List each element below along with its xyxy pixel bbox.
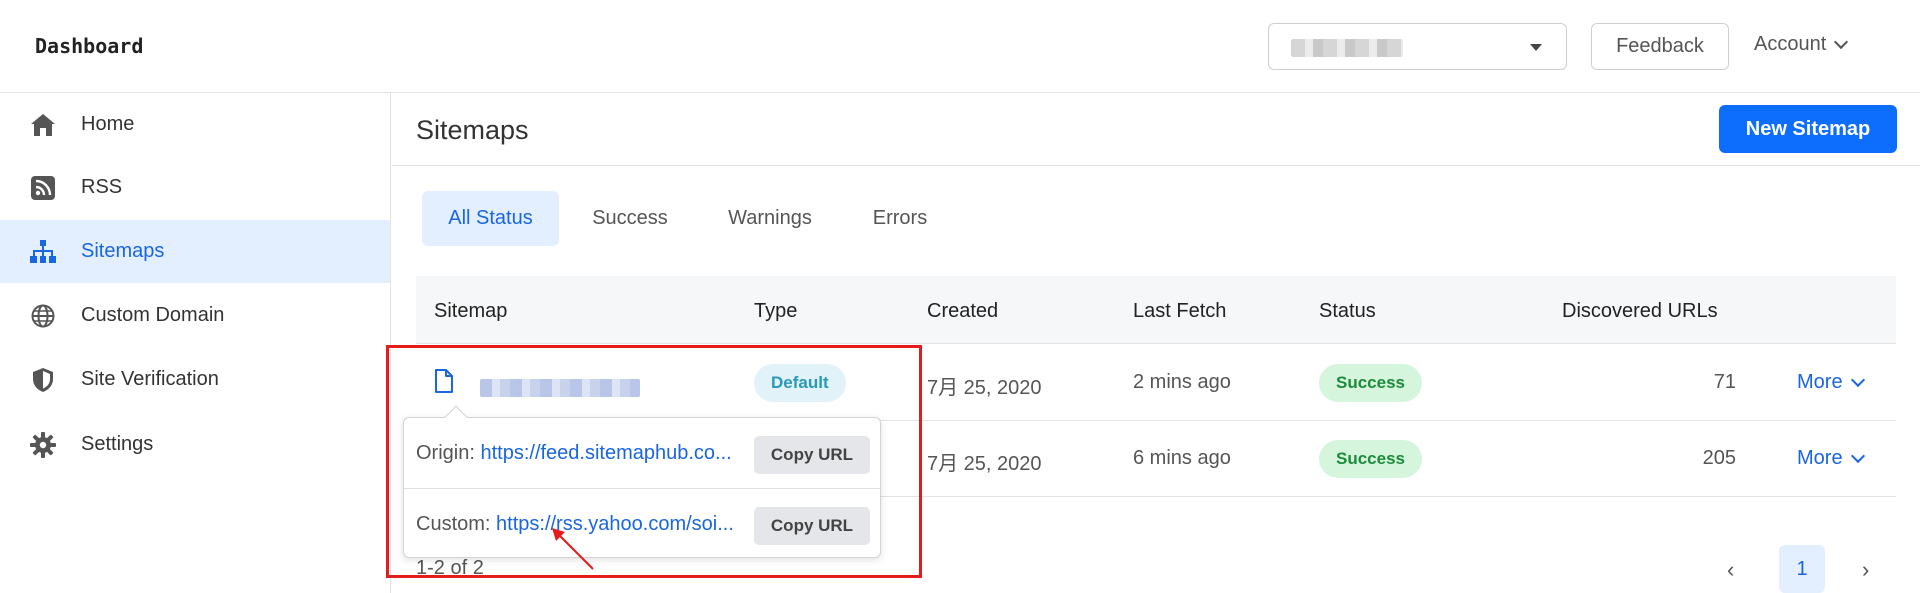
account-label: Account xyxy=(1754,33,1827,55)
origin-url-row: Origin: https://feed.sitemaphub.co... Co… xyxy=(404,418,880,488)
copy-custom-url-button[interactable]: Copy URL xyxy=(754,507,870,545)
sidebar-item-home[interactable]: Home xyxy=(0,93,390,156)
sitemap-icon xyxy=(29,238,57,266)
sidebar-item-rss[interactable]: RSS xyxy=(0,156,390,219)
type-badge: Default xyxy=(754,364,846,402)
more-label: More xyxy=(1797,447,1843,469)
more-menu-button[interactable]: More xyxy=(1797,447,1865,470)
pagination-page-current[interactable]: 1 xyxy=(1779,545,1825,593)
brand-title: Dashboard xyxy=(35,34,144,58)
globe-icon xyxy=(29,302,57,330)
column-header-type[interactable]: Type xyxy=(754,300,797,323)
column-header-sitemap[interactable]: Sitemap xyxy=(434,300,507,323)
sidebar-item-label: Home xyxy=(81,113,135,135)
status-badge: Success xyxy=(1319,364,1422,402)
more-menu-button[interactable]: More xyxy=(1797,371,1865,394)
sidebar-item-label: Custom Domain xyxy=(81,304,225,326)
column-header-status[interactable]: Status xyxy=(1319,300,1376,323)
page-header: Sitemaps xyxy=(392,93,1920,166)
chevron-down-icon xyxy=(1834,34,1849,50)
sidebar-item-settings[interactable]: Settings xyxy=(0,413,390,476)
top-bar: Dashboard Feedback Account xyxy=(0,0,1920,93)
chevron-down-icon xyxy=(1850,448,1865,464)
chevron-left-icon[interactable]: ‹ xyxy=(1727,557,1734,583)
new-sitemap-button[interactable]: New Sitemap xyxy=(1719,105,1897,153)
account-menu[interactable]: Account xyxy=(1754,33,1849,56)
last-fetch: 2 mins ago xyxy=(1133,371,1231,393)
chevron-right-icon[interactable]: › xyxy=(1862,557,1869,583)
home-icon xyxy=(29,111,57,139)
pagination-info: 1-2 of 2 xyxy=(416,557,484,579)
column-header-created[interactable]: Created xyxy=(927,300,998,323)
custom-label: Custom: xyxy=(416,513,491,535)
custom-url: Custom: https://rss.yahoo.com/soi... xyxy=(416,513,734,536)
table-row: Default 7月 25, 2020 2 mins ago Success 7… xyxy=(416,345,1896,421)
tab-success[interactable]: Success xyxy=(575,191,685,246)
rss-icon xyxy=(29,174,57,202)
sidebar-item-sitemaps[interactable]: Sitemaps xyxy=(0,220,390,283)
tab-errors[interactable]: Errors xyxy=(855,191,945,246)
more-label: More xyxy=(1797,371,1843,393)
sidebar-item-label: Site Verification xyxy=(81,368,219,390)
discovered-urls-count: 205 xyxy=(1702,447,1736,469)
sidebar-item-site-verification[interactable]: Site Verification xyxy=(0,348,390,411)
caret-down-icon xyxy=(1530,44,1542,51)
created-date: 7月 25, 2020 xyxy=(927,453,1042,475)
sidebar-item-label: RSS xyxy=(81,176,123,198)
custom-url-row: Custom: https://rss.yahoo.com/soi... Cop… xyxy=(404,488,880,558)
custom-url-link[interactable]: https://rss.yahoo.com/soi... xyxy=(496,513,734,535)
origin-url: Origin: https://feed.sitemaphub.co... xyxy=(416,442,732,465)
sidebar-item-custom-domain[interactable]: Custom Domain xyxy=(0,284,390,347)
discovered-urls-count: 71 xyxy=(1713,371,1736,393)
origin-label: Origin: xyxy=(416,442,475,464)
chevron-down-icon xyxy=(1850,372,1865,388)
gear-icon xyxy=(29,431,57,459)
copy-origin-url-button[interactable]: Copy URL xyxy=(754,436,870,474)
feedback-button[interactable]: Feedback xyxy=(1591,23,1729,70)
sitemap-name[interactable] xyxy=(480,379,640,397)
sidebar-item-label: Sitemaps xyxy=(81,240,165,262)
tab-all-status[interactable]: All Status xyxy=(422,191,559,246)
page-title: Sitemaps xyxy=(416,115,529,145)
site-selector[interactable] xyxy=(1268,23,1567,70)
tab-warnings[interactable]: Warnings xyxy=(710,191,830,246)
status-badge: Success xyxy=(1319,440,1422,478)
origin-url-link[interactable]: https://feed.sitemaphub.co... xyxy=(480,442,731,464)
site-selector-value xyxy=(1291,39,1403,57)
sidebar-item-label: Settings xyxy=(81,433,154,455)
last-fetch: 6 mins ago xyxy=(1133,447,1231,469)
shield-icon xyxy=(29,366,57,394)
column-header-last-fetch[interactable]: Last Fetch xyxy=(1133,300,1226,323)
sitemap-url-popover: Origin: https://feed.sitemaphub.co... Co… xyxy=(403,405,881,558)
table-header: Sitemap Type Created Last Fetch Status D… xyxy=(416,276,1896,344)
column-header-discovered-urls[interactable]: Discovered URLs xyxy=(1562,300,1718,323)
document-icon[interactable] xyxy=(434,369,454,398)
created-date: 7月 25, 2020 xyxy=(927,377,1042,399)
sidebar: Home RSS Sitemaps Custom Domain Site Ver… xyxy=(0,93,391,593)
